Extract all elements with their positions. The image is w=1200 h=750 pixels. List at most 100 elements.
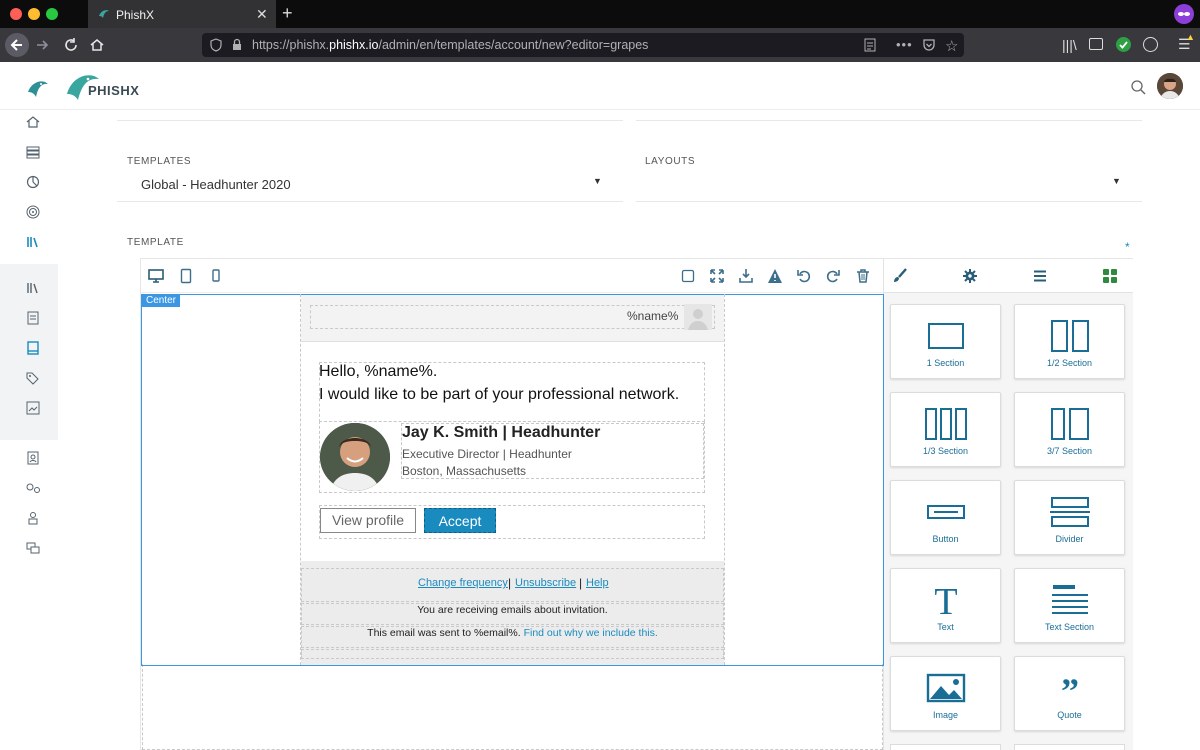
account-icon[interactable] [1143, 37, 1158, 52]
sidebar-item-library-2[interactable] [22, 280, 44, 302]
sidebar-item-reports[interactable] [22, 174, 44, 196]
bookmark-star-icon[interactable]: ☆ [945, 37, 958, 55]
block-label: 1/2 Section [1046, 358, 1093, 368]
block-half-section[interactable]: 1/2 Section [1014, 304, 1125, 379]
block-quote[interactable]: ” Quote [1014, 656, 1125, 731]
browser-tab[interactable]: PhishX ✕ [88, 0, 276, 28]
layers-menu-icon[interactable] [1032, 268, 1048, 284]
mobile-view-icon[interactable] [208, 268, 224, 284]
phishx-mark-icon[interactable] [27, 78, 49, 105]
contact-name: Jay K. Smith | Headhunter [402, 424, 601, 441]
pocket-icon[interactable] [922, 38, 936, 55]
library-icon[interactable]: |||\ [1062, 37, 1077, 53]
user-avatar[interactable] [1157, 73, 1183, 99]
chevron-down-icon: ▼ [1112, 176, 1121, 186]
style-manager-brush-icon[interactable] [892, 268, 908, 284]
sidebar-item-home[interactable] [22, 114, 44, 136]
block-text[interactable]: T Text [890, 568, 1001, 643]
sidebar-item-tags[interactable] [22, 370, 44, 392]
view-profile-button[interactable]: View profile [320, 508, 416, 533]
sidebar-item-library[interactable] [22, 234, 44, 256]
close-tab-icon[interactable]: ✕ [256, 6, 268, 23]
header-name: %name% [627, 309, 679, 323]
message-text: I would like to be part of your professi… [319, 386, 680, 403]
trash-icon[interactable] [855, 268, 871, 284]
reload-icon[interactable] [63, 37, 79, 58]
canvas-lower-wrapper[interactable] [142, 664, 883, 750]
profile-photo[interactable] [320, 423, 390, 491]
browser-tab-bar: PhishX ✕ + [0, 0, 1200, 28]
templates-select[interactable]: Global - Headhunter 2020 ▼ [117, 168, 623, 202]
divider [301, 341, 724, 342]
blocks-grid-icon[interactable] [1102, 268, 1118, 284]
sidebar-item-targets[interactable] [22, 204, 44, 226]
templates-select-value: Global - Headhunter 2020 [141, 177, 291, 192]
footer-bottom-row[interactable] [301, 649, 724, 659]
lock-icon[interactable] [232, 38, 242, 54]
sidebar-item-contacts[interactable] [22, 450, 44, 472]
layouts-select[interactable]: ▼ [636, 168, 1142, 202]
desktop-view-icon[interactable] [148, 268, 164, 284]
undo-icon[interactable] [796, 268, 812, 284]
help-link[interactable]: Help [586, 577, 609, 589]
maximize-window-button[interactable] [46, 8, 58, 20]
block-button[interactable]: Button [890, 480, 1001, 555]
template-label: TEMPLATE [127, 237, 184, 248]
app-header: PHISHX [0, 62, 1200, 110]
contact-location: Boston, Massachusetts [402, 464, 527, 478]
warning-badge-icon: ▲ [1186, 32, 1195, 42]
accept-button[interactable]: Accept [424, 508, 496, 533]
footer-links-row[interactable] [301, 568, 724, 602]
divider [117, 120, 623, 121]
block-partial[interactable] [1014, 744, 1125, 750]
search-icon[interactable] [1131, 80, 1146, 100]
find-out-link[interactable]: Find out why we include this. [524, 627, 658, 639]
avatar-placeholder[interactable] [684, 304, 712, 330]
extension-check-icon[interactable] [1116, 37, 1131, 52]
svg-text:T: T [934, 583, 957, 617]
import-icon[interactable] [738, 268, 754, 284]
fullscreen-icon[interactable] [709, 268, 725, 284]
block-text-section[interactable]: Text Section [1014, 568, 1125, 643]
minimize-window-button[interactable] [28, 8, 40, 20]
sidebar-item-settings[interactable] [22, 480, 44, 502]
close-window-button[interactable] [10, 8, 22, 20]
change-frequency-link[interactable]: Change frequency [418, 577, 508, 589]
unsubscribe-link[interactable]: Unsubscribe [515, 577, 576, 589]
divider [636, 120, 1142, 121]
tablet-view-icon[interactable] [178, 268, 194, 284]
sidebar-item-pages[interactable] [22, 310, 44, 332]
new-tab-icon[interactable]: + [282, 3, 293, 24]
sidebar-item-images[interactable] [22, 400, 44, 422]
block-1-section[interactable]: 1 Section [890, 304, 1001, 379]
tab-title: PhishX [116, 8, 155, 22]
sidebar-item-templates[interactable] [22, 340, 44, 362]
more-actions-icon[interactable]: ••• [896, 37, 913, 52]
reader-view-icon[interactable] [863, 38, 877, 55]
warning-icon[interactable] [767, 268, 783, 284]
selected-component-badge: Center [142, 294, 181, 307]
sidebar-item-list[interactable] [22, 144, 44, 166]
block-third-section[interactable]: 1/3 Section [890, 392, 1001, 467]
block-3-7-section[interactable]: 3/7 Section [1014, 392, 1125, 467]
show-borders-icon[interactable] [680, 268, 696, 284]
url-text: https://phishx.phishx.io/admin/en/templa… [252, 38, 649, 52]
shield-icon[interactable] [210, 38, 222, 55]
block-partial[interactable] [890, 744, 1001, 750]
sidebar-toggle-icon[interactable] [1089, 38, 1103, 50]
sidebar-item-messages[interactable] [22, 540, 44, 562]
forward-button[interactable] [35, 37, 51, 58]
settings-gear-icon[interactable] [962, 268, 978, 284]
block-label: 1 Section [926, 358, 965, 368]
chevron-down-icon: ▼ [593, 176, 602, 186]
redo-icon[interactable] [825, 268, 841, 284]
url-bar[interactable]: https://phishx.phishx.io/admin/en/templa… [202, 33, 964, 57]
block-divider[interactable]: Divider [1014, 480, 1125, 555]
back-button[interactable] [5, 33, 29, 57]
block-image[interactable]: Image [890, 656, 1001, 731]
sidebar-item-users[interactable] [22, 510, 44, 532]
footer-notice: You are receiving emails about invitatio… [417, 604, 608, 616]
block-label: Quote [1057, 710, 1082, 720]
footer-separator: | [508, 576, 512, 590]
home-icon[interactable] [89, 37, 105, 58]
